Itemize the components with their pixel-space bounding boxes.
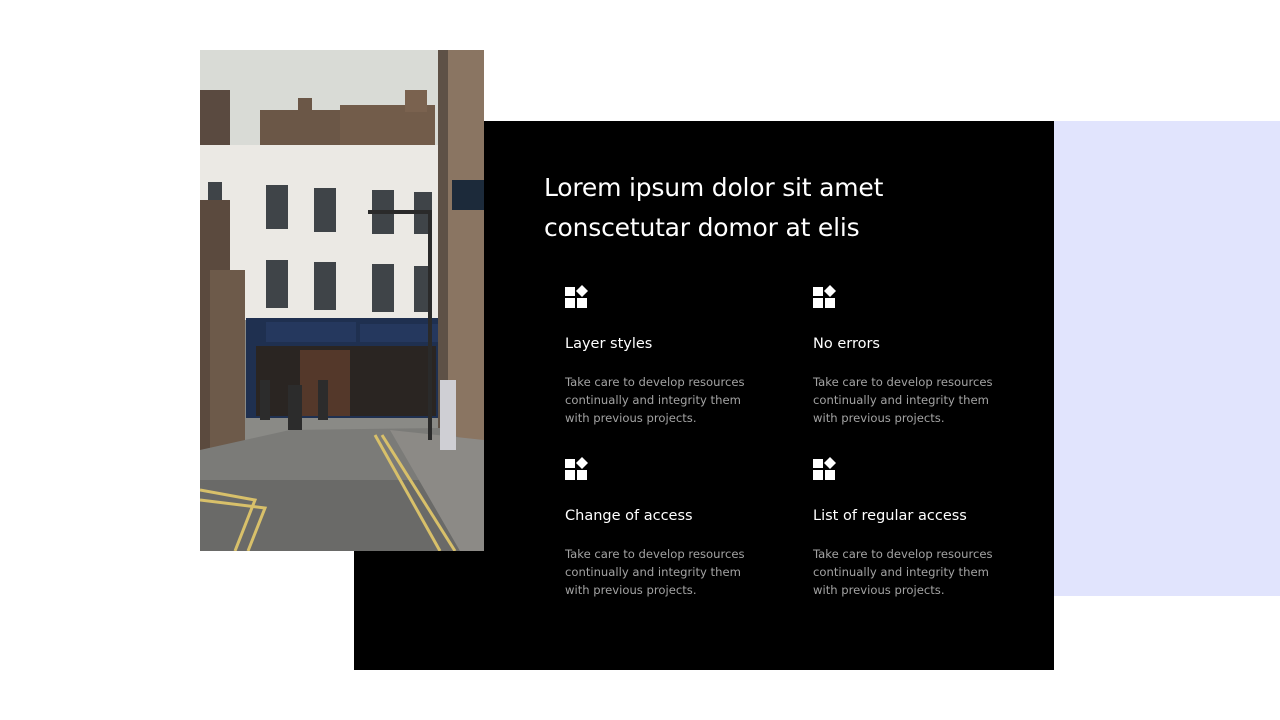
feature-description: Take care to develop resources continual… bbox=[813, 547, 993, 597]
feature-card: No errors Take care to develop resources… bbox=[813, 285, 1013, 425]
feature-title: Layer styles bbox=[565, 336, 653, 352]
street-photo bbox=[200, 50, 484, 551]
feature-title: No errors bbox=[813, 336, 880, 352]
feature-card: List of regular access Take care to deve… bbox=[813, 457, 1013, 597]
feature-card: Layer styles Take care to develop resour… bbox=[565, 285, 765, 425]
widgets-icon bbox=[565, 285, 588, 308]
feature-title: Change of access bbox=[565, 508, 693, 524]
feature-description: Take care to develop resources continual… bbox=[565, 547, 745, 597]
widgets-icon bbox=[565, 457, 588, 480]
feature-description: Take care to develop resources continual… bbox=[565, 375, 745, 425]
accent-panel bbox=[1054, 121, 1280, 596]
feature-card: Change of access Take care to develop re… bbox=[565, 457, 765, 597]
feature-description: Take care to develop resources continual… bbox=[813, 375, 993, 425]
section-heading: Lorem ipsum dolor sit amet conscetutar d… bbox=[544, 173, 884, 242]
widgets-icon bbox=[813, 457, 836, 480]
feature-title: List of regular access bbox=[813, 508, 967, 524]
widgets-icon bbox=[813, 285, 836, 308]
